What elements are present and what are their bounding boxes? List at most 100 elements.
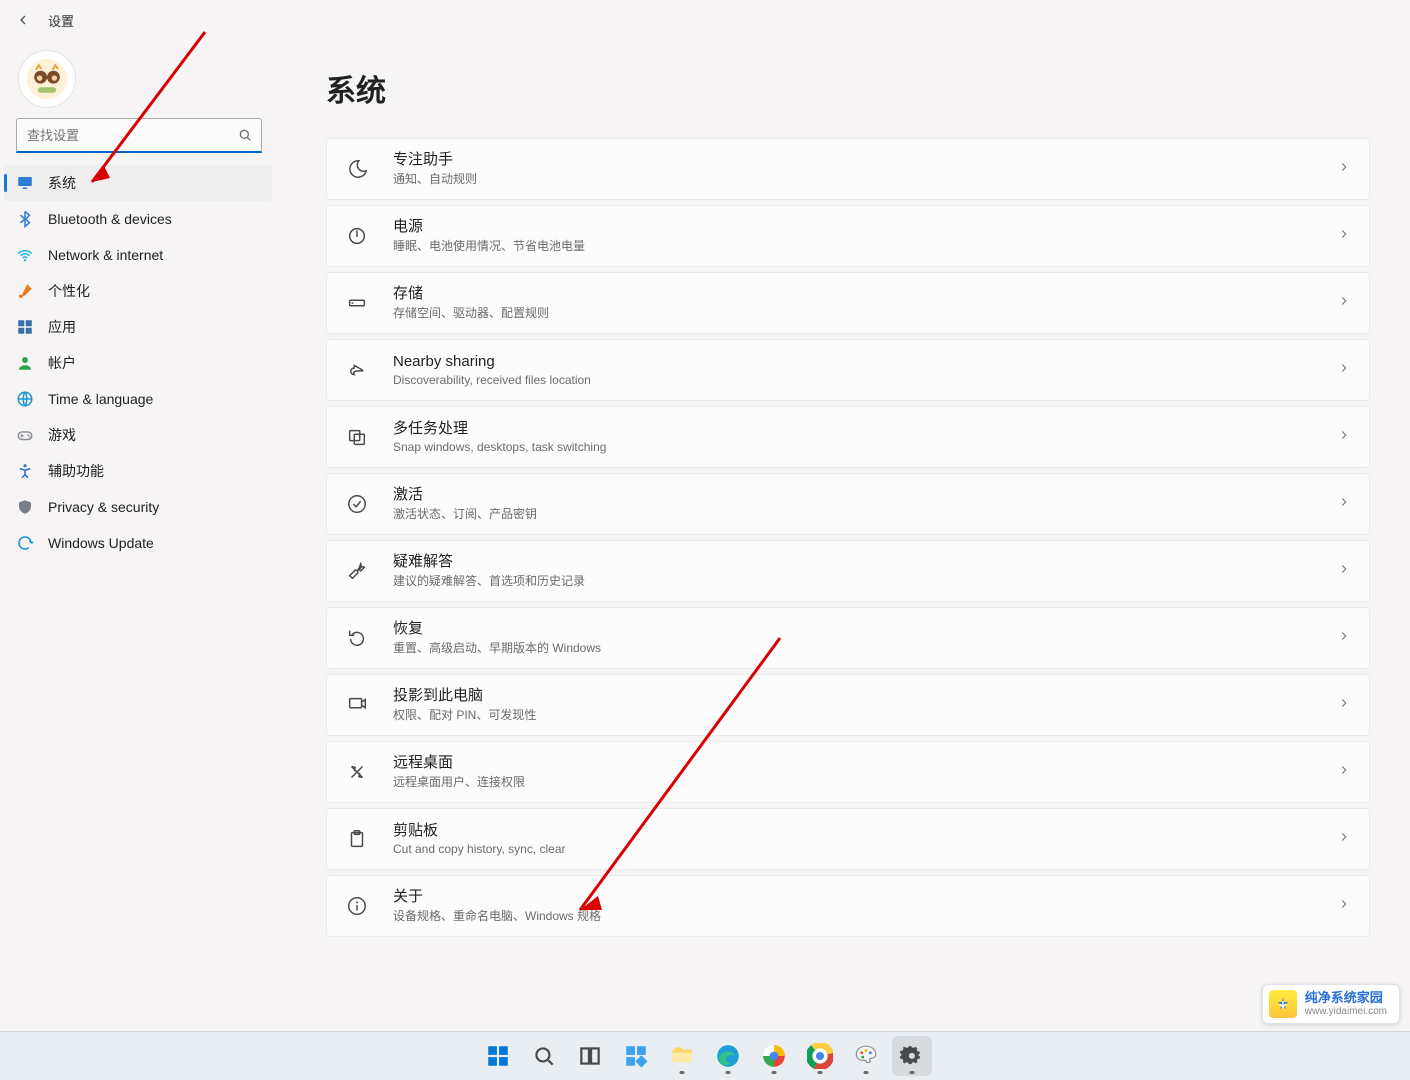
card-title: 投影到此电脑 [393,687,536,706]
taskbar-settings[interactable] [892,1036,932,1076]
sidebar-item-label: 系统 [48,173,76,193]
sidebar-item-system[interactable]: 系统 [4,165,272,201]
settings-card-clipboard[interactable]: 剪贴板Cut and copy history, sync, clear [326,808,1370,870]
taskbar-app1[interactable] [754,1036,794,1076]
taskbar-paint[interactable] [846,1036,886,1076]
sidebar-item-gaming[interactable]: 游戏 [4,417,272,453]
taskbar-chrome[interactable] [800,1036,840,1076]
access-icon [16,462,34,480]
sidebar: 系统 Bluetooth & devices Network & internet 个… [0,40,278,1080]
card-subtitle: 远程桌面用户、连接权限 [393,773,525,790]
moon-icon [343,155,371,183]
monitor-icon [16,174,34,192]
taskbar-search[interactable] [524,1036,564,1076]
sidebar-item-label: 游戏 [48,425,76,445]
wrench-icon [343,557,371,585]
sync-icon [16,534,34,552]
taskbar-taskview[interactable] [570,1036,610,1076]
card-title: 多任务处理 [393,420,606,439]
profile-area[interactable] [0,40,278,118]
card-title: Nearby sharing [393,353,591,372]
chevron-right-icon [1337,227,1351,246]
card-subtitle: 设备规格、重命名电脑、Windows 规格 [393,907,601,924]
sidebar-item-bluetooth[interactable]: Bluetooth & devices [4,201,272,237]
chevron-right-icon [1337,897,1351,916]
card-subtitle: 激活状态、订阅、产品密钥 [393,505,537,522]
remote-icon [343,758,371,786]
watermark-badge: 纯净系统家园 www.yidaimei.com [1262,984,1400,1024]
settings-card-remote[interactable]: 远程桌面远程桌面用户、连接权限 [326,741,1370,803]
power-icon [343,222,371,250]
card-title: 剪贴板 [393,822,566,841]
sidebar-item-network[interactable]: Network & internet [4,237,272,273]
chevron-right-icon [1337,696,1351,715]
card-subtitle: 睡眠、电池使用情况、节省电池电量 [393,237,585,254]
sidebar-item-apps[interactable]: 应用 [4,309,272,345]
titlebar: 设置 [0,0,1410,40]
card-subtitle: 存储空间、驱动器、配置规则 [393,304,549,321]
card-title: 远程桌面 [393,754,525,773]
sidebar-item-label: Bluetooth & devices [48,211,172,227]
settings-card-multitask[interactable]: 多任务处理Snap windows, desktops, task switch… [326,406,1370,468]
nav-list: 系统 Bluetooth & devices Network & internet 个… [0,161,278,561]
card-subtitle: Discoverability, received files location [393,373,591,387]
back-button[interactable] [8,5,38,35]
settings-card-project[interactable]: 投影到此电脑权限、配对 PIN、可发现性 [326,674,1370,736]
chevron-right-icon [1337,160,1351,179]
taskbar-widgets[interactable] [616,1036,656,1076]
card-subtitle: Snap windows, desktops, task switching [393,440,606,454]
settings-card-about[interactable]: 关于设备规格、重命名电脑、Windows 规格 [326,875,1370,937]
chevron-right-icon [1337,562,1351,581]
taskbar-explorer[interactable] [662,1036,702,1076]
avatar [18,50,76,108]
multitask-icon [343,423,371,451]
taskbar-edge[interactable] [708,1036,748,1076]
taskbar-start[interactable] [478,1036,518,1076]
settings-card-power[interactable]: 电源睡眠、电池使用情况、节省电池电量 [326,205,1370,267]
person-icon [16,354,34,372]
settings-card-nearby[interactable]: Nearby sharingDiscoverability, received … [326,339,1370,401]
chevron-right-icon [1337,294,1351,313]
window-title: 设置 [48,11,74,30]
sidebar-item-label: 应用 [48,317,76,337]
chevron-right-icon [1337,361,1351,380]
sidebar-item-accounts[interactable]: 帐户 [4,345,272,381]
sidebar-item-label: 辅助功能 [48,461,104,481]
search-input[interactable] [16,118,262,153]
card-subtitle: 重置、高级启动、早期版本的 Windows [393,639,601,656]
chevron-right-icon [1337,495,1351,514]
card-subtitle: 建议的疑难解答、首选项和历史记录 [393,572,585,589]
sidebar-item-label: Network & internet [48,247,163,263]
settings-card-troubleshoot[interactable]: 疑难解答建议的疑难解答、首选项和历史记录 [326,540,1370,602]
card-title: 恢复 [393,620,601,639]
page-title: 系统 [326,66,1370,110]
share-icon [343,356,371,384]
sidebar-item-privacy[interactable]: Privacy & security [4,489,272,525]
sidebar-item-label: Windows Update [48,535,154,551]
card-subtitle: 权限、配对 PIN、可发现性 [393,706,536,723]
info-icon [343,892,371,920]
search-field[interactable] [25,127,237,144]
gamepad-icon [16,426,34,444]
wifi-icon [16,246,34,264]
settings-card-storage[interactable]: 存储存储空间、驱动器、配置规则 [326,272,1370,334]
sidebar-item-update[interactable]: Windows Update [4,525,272,561]
chevron-right-icon [1337,629,1351,648]
bluetooth-icon [16,210,34,228]
sidebar-item-timelang[interactable]: Time & language [4,381,272,417]
card-title: 电源 [393,218,585,237]
settings-card-recovery[interactable]: 恢复重置、高级启动、早期版本的 Windows [326,607,1370,669]
settings-card-focus[interactable]: 专注助手通知、自动规则 [326,138,1370,200]
sidebar-item-accessibility[interactable]: 辅助功能 [4,453,272,489]
card-title: 疑难解答 [393,553,585,572]
settings-card-activation[interactable]: 激活激活状态、订阅、产品密钥 [326,473,1370,535]
card-title: 关于 [393,888,601,907]
main-content: 系统 专注助手通知、自动规则 电源睡眠、电池使用情况、节省电池电量 存储存储空间… [278,40,1410,1080]
card-title: 专注助手 [393,151,477,170]
chevron-right-icon [1337,763,1351,782]
sidebar-item-personalize[interactable]: 个性化 [4,273,272,309]
taskbar [0,1031,1410,1080]
recovery-icon [343,624,371,652]
card-subtitle: Cut and copy history, sync, clear [393,842,566,856]
watermark-name: 纯净系统家园 [1305,991,1387,1005]
